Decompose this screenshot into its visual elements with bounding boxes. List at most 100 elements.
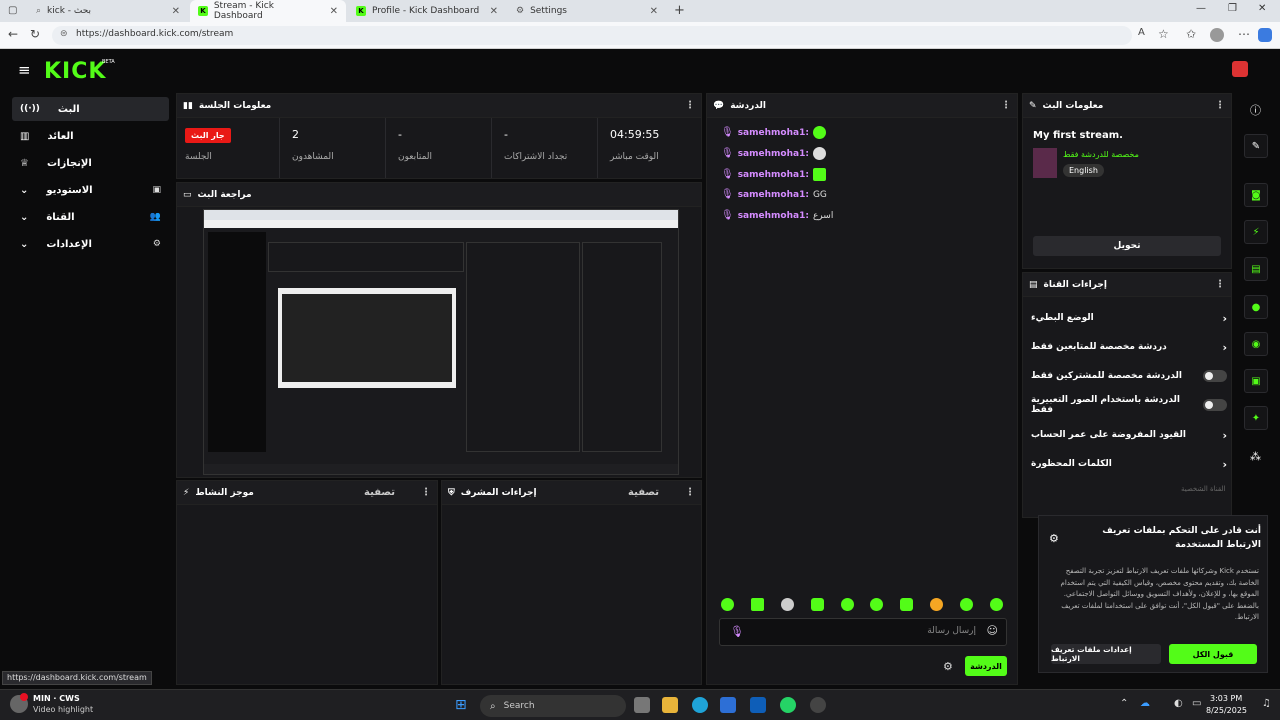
more-icon[interactable]: ⋮ <box>685 100 695 111</box>
close-icon[interactable]: ✕ <box>172 6 180 17</box>
more-icon[interactable]: ⋮ <box>1215 279 1225 290</box>
sidebar-item-studio[interactable]: ⌄ الاستوديو ▣ <box>12 178 169 202</box>
minimize-icon[interactable]: — <box>1196 3 1206 14</box>
panel-header: ▭ مراجعة البث <box>177 183 701 207</box>
mic-icon: 🎙 <box>730 625 744 638</box>
close-icon[interactable]: ✕ <box>330 6 338 17</box>
subscribers-only-toggle[interactable] <box>1203 370 1227 382</box>
sidebar-item-channel[interactable]: ⌄ القناة 👥 <box>12 205 169 229</box>
url-input[interactable]: ⊜ https://dashboard.kick.com/stream <box>52 26 1132 45</box>
emote-icon[interactable] <box>930 598 944 611</box>
read-aloud-icon[interactable]: A <box>1138 27 1145 38</box>
maximize-icon[interactable]: ❐ <box>1228 3 1237 14</box>
sidebar-item-stream[interactable]: ((·)) البث <box>12 97 169 121</box>
emote-icon[interactable] <box>780 598 794 611</box>
tab-profile[interactable]: K Profile - Kick Dashboard ✕ <box>348 0 506 22</box>
mic-icon: 🎙 <box>721 169 734 180</box>
site-info-icon[interactable]: ⊜ <box>60 29 68 39</box>
channel-icon: ▤ <box>1029 279 1038 290</box>
new-tab-button[interactable]: + <box>674 3 685 18</box>
user-avatar[interactable] <box>1232 61 1248 77</box>
notifications-icon[interactable]: ♫ <box>1262 698 1271 709</box>
sidebar-item-settings[interactable]: ⌄ الإعدادات ⚙ <box>12 232 169 256</box>
sidebar-item-achievements[interactable]: ♕ الإنجازات <box>12 151 169 175</box>
copilot-icon[interactable] <box>1258 28 1272 42</box>
preview-session <box>268 242 464 272</box>
rail-notes-button[interactable]: ▤ <box>1244 257 1268 281</box>
network-icon[interactable]: ▭ <box>1192 698 1201 709</box>
favorites-bar-icon[interactable]: ✩ <box>1186 27 1196 41</box>
cookie-settings-button[interactable]: إعدادات ملفات تعريف الارتباط <box>1051 644 1161 664</box>
filter-button[interactable]: تصفية <box>628 487 659 498</box>
more-icon[interactable]: ⋮ <box>685 487 695 498</box>
back-icon[interactable]: ← <box>8 27 18 41</box>
windows-start-icon[interactable]: ⊞ <box>455 697 467 713</box>
apps-icon[interactable]: ⁂ <box>1250 450 1261 463</box>
rail-chat-button[interactable]: ● <box>1244 295 1268 319</box>
more-icon[interactable]: ⋮ <box>1215 100 1225 111</box>
more-icon[interactable]: ⋮ <box>421 487 431 498</box>
edge-icon[interactable] <box>692 697 708 713</box>
chat-input[interactable]: 🎙 إرسال رسالة ☺ <box>719 618 1007 646</box>
session-info-panel: ▮▮ معلومات الجلسة ⋮ جار البث الجلسة 2 ال… <box>176 93 702 179</box>
kick-logo[interactable]: KICK <box>44 59 106 84</box>
tab-actions-icon[interactable]: ▢ <box>8 5 17 16</box>
store-icon[interactable] <box>720 697 736 713</box>
filter-button[interactable]: تصفية <box>364 487 395 498</box>
tab-search[interactable]: ⌕ kick - بحث ✕ <box>28 0 188 22</box>
favorite-icon[interactable]: ☆ <box>1158 27 1169 41</box>
app-icon[interactable] <box>810 697 826 713</box>
close-icon[interactable]: ✕ <box>490 6 498 17</box>
info-icon[interactable]: ⓘ <box>1250 102 1261 118</box>
taskbar-search[interactable]: ⌕ Search <box>480 695 626 717</box>
task-view-icon[interactable] <box>634 697 650 713</box>
emoji-icon[interactable]: ☺ <box>987 624 998 637</box>
rail-tv-button[interactable]: ▣ <box>1244 369 1268 393</box>
more-icon[interactable]: ⋯ <box>1238 27 1250 41</box>
close-icon[interactable]: ✕ <box>650 6 658 17</box>
volume-icon[interactable]: ◐ <box>1174 698 1183 709</box>
emote-icon[interactable] <box>870 598 884 611</box>
reload-icon[interactable]: ↻ <box>30 27 40 41</box>
action-emote-only[interactable]: الدردشة باستخدام الصور التعبيرية فقط <box>1031 395 1227 415</box>
chat-send-button[interactable]: الدردشة <box>965 656 1007 676</box>
stream-preview-video[interactable] <box>203 209 679 475</box>
action-account-age[interactable]: القيود المفروضة على عمر الحساب › <box>1031 425 1227 445</box>
rail-broadcast-button[interactable]: ◉ <box>1244 332 1268 356</box>
stat-renewals: - تجداد الاشتراكات <box>492 118 598 178</box>
category-link[interactable]: مخصصة للدردشة فقط <box>1063 150 1139 159</box>
tab-settings[interactable]: ⚙ Settings ✕ <box>508 0 666 22</box>
rail-camera-button[interactable]: ◙ <box>1244 183 1268 207</box>
action-banned-words[interactable]: الكلمات المحظورة › <box>1031 454 1227 474</box>
address-bar-row: ← ↻ ⊜ https://dashboard.kick.com/stream … <box>0 22 1280 49</box>
whatsapp-icon[interactable] <box>780 697 796 713</box>
onedrive-icon[interactable]: ☁ <box>1140 698 1150 709</box>
rail-lightning-button[interactable]: ⚡ <box>1244 220 1268 244</box>
emote-icon[interactable] <box>989 598 1003 611</box>
chat-settings-icon[interactable]: ⚙ <box>943 660 953 673</box>
emote-icon[interactable] <box>960 598 973 611</box>
file-explorer-icon[interactable] <box>662 697 678 713</box>
emote-icon[interactable] <box>840 598 854 611</box>
profile-avatar[interactable] <box>1210 28 1224 42</box>
action-followers-only[interactable]: دردشة مخصصة للمتابعين فقط › <box>1031 337 1227 357</box>
action-slow-mode[interactable]: الوضع البطيء › <box>1031 308 1227 328</box>
accept-all-button[interactable]: قبول الكل <box>1169 644 1257 664</box>
tray-chevron-icon[interactable]: ⌃ <box>1120 698 1128 709</box>
emote-icon[interactable] <box>750 598 764 611</box>
more-icon[interactable]: ⋮ <box>1001 100 1011 111</box>
emote-icon[interactable] <box>810 598 824 611</box>
rail-tool-button[interactable]: ✦ <box>1244 406 1268 430</box>
emote-icon[interactable] <box>900 598 914 611</box>
edit-button[interactable]: تحويل <box>1033 236 1221 256</box>
outlook-icon[interactable] <box>750 697 766 713</box>
action-subscribers-only[interactable]: الدردشة مخصصة للمشتركين فقط <box>1031 366 1227 386</box>
emote-only-toggle[interactable] <box>1203 399 1227 411</box>
menu-icon[interactable]: ≡ <box>18 61 31 79</box>
close-window-icon[interactable]: ✕ <box>1258 3 1266 14</box>
mic-icon: 🎙 <box>721 148 734 159</box>
sidebar-item-revenue[interactable]: ▥ العائد <box>12 124 169 148</box>
tab-stream[interactable]: K Stream - Kick Dashboard ✕ <box>190 0 346 22</box>
emote-icon[interactable] <box>721 598 734 611</box>
edit-rail-button[interactable]: ✎ <box>1244 134 1268 158</box>
